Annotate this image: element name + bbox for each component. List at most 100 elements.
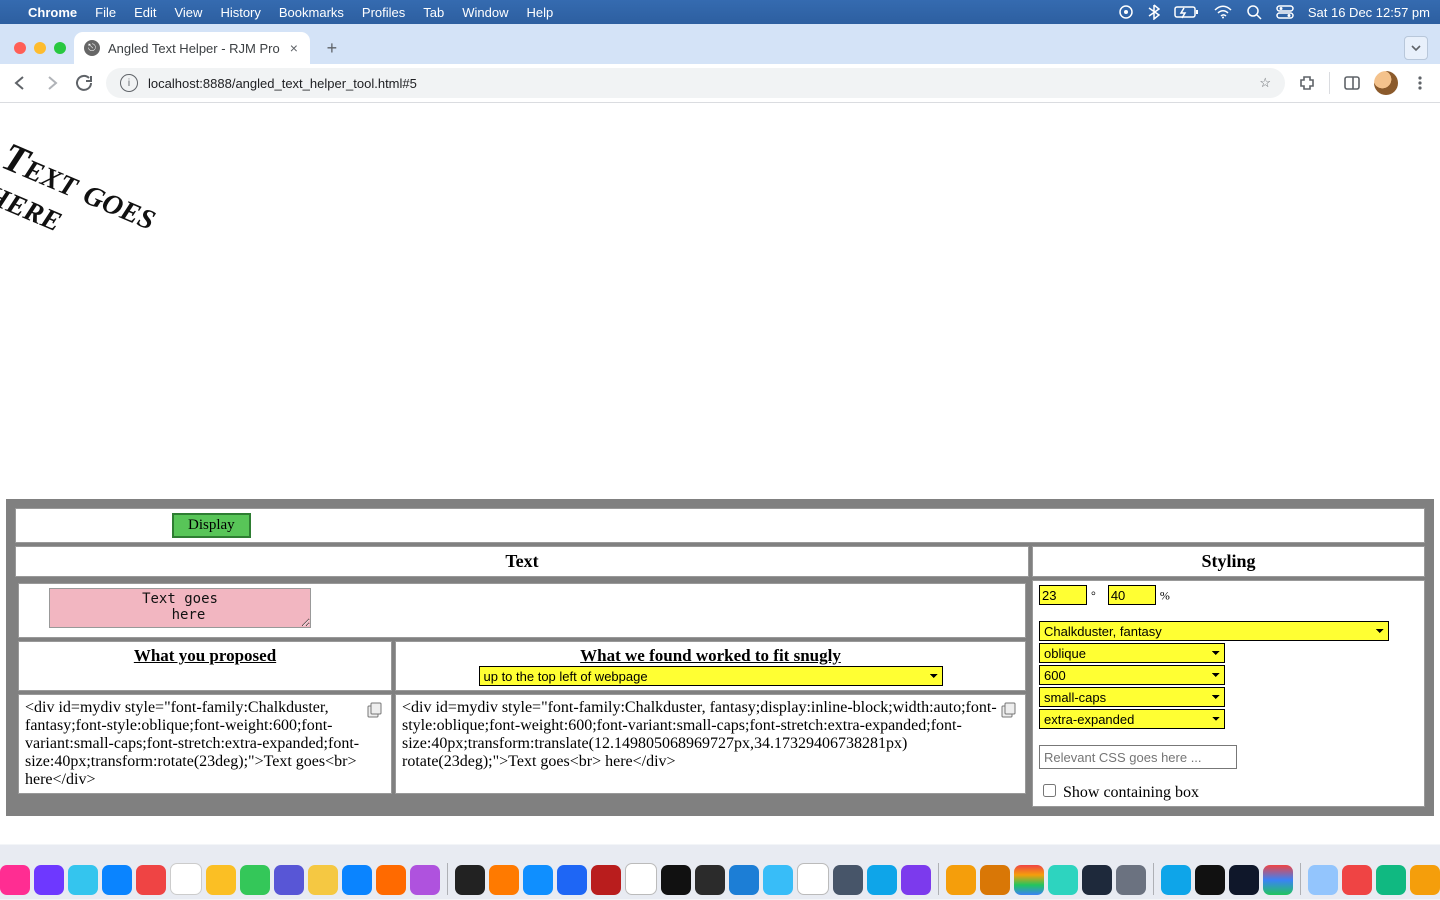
dock-app[interactable]: [1048, 865, 1078, 895]
dock-app[interactable]: [206, 865, 236, 895]
dock-app[interactable]: [170, 863, 202, 895]
dock-app[interactable]: [489, 865, 519, 895]
chrome-menu-button[interactable]: [1410, 73, 1430, 93]
dock-app[interactable]: [523, 865, 553, 895]
dock-app[interactable]: [308, 865, 338, 895]
dock-app[interactable]: [1308, 865, 1338, 895]
dock-app[interactable]: [274, 865, 304, 895]
dock-app[interactable]: [0, 865, 30, 895]
menubar-item-view[interactable]: View: [174, 5, 202, 20]
tab-overflow-button[interactable]: [1404, 36, 1428, 60]
zoom-window-button[interactable]: [54, 42, 66, 54]
dock-app[interactable]: [1116, 865, 1146, 895]
dock-app[interactable]: [980, 865, 1010, 895]
dock-app[interactable]: [376, 865, 406, 895]
dock-app[interactable]: [1376, 865, 1406, 895]
angle-input[interactable]: [1039, 585, 1087, 605]
dock-app[interactable]: [867, 865, 897, 895]
font-style-select[interactable]: oblique: [1039, 643, 1225, 663]
dock-app[interactable]: [410, 865, 440, 895]
font-weight-select[interactable]: 600: [1039, 665, 1225, 685]
dock-app[interactable]: [763, 865, 793, 895]
size-unit: %: [1160, 589, 1170, 603]
dock-app[interactable]: [557, 865, 587, 895]
styling-cell: ° % Chalkduster, fantasy oblique 600: [1032, 580, 1425, 807]
omnibox[interactable]: i localhost:8888/angled_text_helper_tool…: [106, 68, 1285, 98]
menubar-item-edit[interactable]: Edit: [134, 5, 156, 20]
menubar-item-help[interactable]: Help: [527, 5, 554, 20]
dock-app[interactable]: [695, 865, 725, 895]
dock-app[interactable]: [136, 865, 166, 895]
control-center-icon[interactable]: [1276, 5, 1294, 19]
dock-separator: [1300, 863, 1301, 895]
snug-position-select[interactable]: up to the top left of webpage: [479, 666, 943, 686]
menubar-clock[interactable]: Sat 16 Dec 12:57 pm: [1308, 5, 1430, 20]
back-button[interactable]: [10, 73, 30, 93]
dock-app[interactable]: [1082, 865, 1112, 895]
menubar-item-file[interactable]: File: [95, 5, 116, 20]
show-box-row: Show containing box: [1039, 781, 1418, 802]
spotlight-icon[interactable]: [1246, 4, 1262, 20]
font-variant-select[interactable]: small-caps: [1039, 687, 1225, 707]
font-stretch-select[interactable]: extra-expanded: [1039, 709, 1225, 729]
dock-app[interactable]: [1342, 865, 1372, 895]
wifi-icon[interactable]: [1214, 5, 1232, 19]
bluetooth-icon[interactable]: [1148, 4, 1160, 20]
dock-app[interactable]: [1229, 865, 1259, 895]
new-tab-button[interactable]: +: [318, 34, 346, 62]
dock-app[interactable]: [1195, 865, 1225, 895]
dock-app[interactable]: [1161, 865, 1191, 895]
dock-app[interactable]: [729, 865, 759, 895]
forward-button[interactable]: [42, 73, 62, 93]
show-box-checkbox[interactable]: [1043, 784, 1056, 797]
menubar-app[interactable]: Chrome: [28, 5, 77, 20]
dock-app[interactable]: [797, 863, 829, 895]
bookmark-star-icon[interactable]: ☆: [1259, 75, 1271, 91]
copy-found-button[interactable]: [999, 701, 1017, 719]
dock-app[interactable]: [240, 865, 270, 895]
close-window-button[interactable]: [14, 42, 26, 54]
dock-app[interactable]: [342, 865, 372, 895]
minimize-window-button[interactable]: [34, 42, 46, 54]
reload-button[interactable]: [74, 73, 94, 93]
dock-app[interactable]: [946, 865, 976, 895]
dock-app[interactable]: [34, 865, 64, 895]
dock-app[interactable]: [1410, 865, 1440, 895]
tab-close-icon[interactable]: ×: [288, 40, 300, 56]
side-panel-button[interactable]: [1342, 73, 1362, 93]
menubar-item-bookmarks[interactable]: Bookmarks: [279, 5, 344, 20]
dock-app[interactable]: [1014, 865, 1044, 895]
menubar-item-history[interactable]: History: [220, 5, 260, 20]
dock-app[interactable]: [591, 865, 621, 895]
angle-size-row: ° %: [1039, 585, 1418, 605]
dock-app[interactable]: [102, 865, 132, 895]
relevant-css-input[interactable]: [1039, 745, 1237, 769]
size-input[interactable]: [1108, 585, 1156, 605]
battery-icon[interactable]: [1174, 5, 1200, 19]
copy-proposed-button[interactable]: [365, 701, 383, 719]
menubar-item-window[interactable]: Window: [462, 5, 508, 20]
site-info-icon[interactable]: i: [120, 74, 138, 92]
menubar-item-tab[interactable]: Tab: [423, 5, 444, 20]
extensions-button[interactable]: [1297, 73, 1317, 93]
angle-unit: °: [1091, 589, 1096, 603]
proposed-code-cell: <div id=mydiv style="font-family:Chalkdu…: [18, 694, 392, 794]
browser-toolbar: i localhost:8888/angled_text_helper_tool…: [0, 64, 1440, 103]
dock-app[interactable]: [68, 865, 98, 895]
dock-app[interactable]: [455, 865, 485, 895]
record-icon[interactable]: [1118, 4, 1134, 20]
profile-avatar[interactable]: [1374, 71, 1398, 95]
dock-app[interactable]: [901, 865, 931, 895]
dock-separator: [1153, 863, 1154, 895]
dock-app[interactable]: [661, 865, 691, 895]
display-button[interactable]: Display: [172, 513, 251, 538]
font-family-select[interactable]: Chalkduster, fantasy: [1039, 621, 1389, 641]
dock-app[interactable]: [625, 863, 657, 895]
text-header-cell: Text: [15, 546, 1029, 577]
proposed-header: What you proposed: [18, 641, 392, 691]
menubar-item-profiles[interactable]: Profiles: [362, 5, 405, 20]
dock-app[interactable]: [1263, 865, 1293, 895]
browser-tab[interactable]: ⎋ Angled Text Helper - RJM Pro ×: [74, 32, 310, 64]
text-input[interactable]: Text goes here: [49, 588, 311, 628]
dock-app[interactable]: [833, 865, 863, 895]
